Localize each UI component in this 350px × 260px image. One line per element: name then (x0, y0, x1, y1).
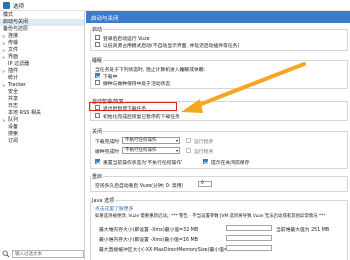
download-complete-run-label: 运行程序 (194, 140, 214, 145)
prevent-sleep-seeding-label: 做种与做种保持中处于活动状态 (103, 82, 171, 87)
prevent-sleep-downloading-label: 下载中 (103, 75, 118, 80)
download-complete-select[interactable]: 不执行任何操作 ▾ (122, 137, 180, 144)
sidebar-item-files[interactable]: > 文件 (0, 47, 84, 54)
sidebar-item-search[interactable]: 搜索 (0, 131, 84, 138)
direct-buffer-label: 最大直接缓冲区大小(-XX:MaxDirectMemorySize)最小值=..… (99, 248, 233, 253)
expand-arrow-icon[interactable]: > (2, 40, 5, 47)
chevron-down-icon: ▾ (175, 138, 178, 143)
sidebar-item-interface[interactable]: > 界面 (0, 54, 84, 61)
sidebar-item-security[interactable]: 安全 (0, 89, 84, 96)
expand-arrow-icon[interactable]: > (2, 54, 5, 61)
window-titlebar: 选项 (0, 0, 350, 11)
restart-idle-label: 空闲多久后自动重启 Vuze(分钟; 0: 禁用) (95, 184, 184, 189)
seeding-complete-run-label: 运行程序 (194, 150, 214, 155)
launch-on-login-checkbox[interactable] (95, 35, 100, 40)
seeding-complete-select[interactable]: 不执行任何操作 ▾ (122, 147, 180, 154)
low-resource-mode-label: 以低资源占用模式启动(不自动显示界面, 并延迟启动插件等任务) (103, 44, 240, 49)
java-section-title: Java 选项 (91, 197, 116, 204)
max-heap-input[interactable] (226, 225, 272, 231)
prompt-save-checkbox[interactable] (203, 159, 208, 164)
sidebar-item-connection[interactable]: > 连接 (0, 33, 84, 40)
seeding-complete-label: 做种完成时 (95, 150, 119, 155)
highlight-box (89, 102, 177, 111)
download-complete-label: 下载完成时 (95, 140, 119, 145)
sidebar-item-logging[interactable]: 日志 (0, 103, 84, 110)
restart-section-title: 重启 (91, 173, 104, 180)
resume-paused-checkbox[interactable] (95, 113, 100, 118)
sidebar-item-subscriptions[interactable]: 订阅 (0, 138, 84, 145)
sidebar-item-backup[interactable]: 备份与还原 (0, 26, 84, 33)
max-heap-label: 最大堆内存大小(即设置 -Xmx)最小值=32 MB (99, 228, 199, 233)
vuze-app-icon (3, 2, 10, 9)
startup-section-title: 启动 (91, 26, 104, 33)
resume-paused-label: 初始化完成后恢复已暂停的下载任务 (103, 115, 180, 120)
sidebar-item-stats[interactable]: 统计 (0, 75, 84, 82)
sidebar: 模式 启动与关闭 备份与还原 > 连接 > 传输 > 文件 > 界面 IP 过滤器 > 插… (0, 11, 85, 260)
page-title: 启动与关闭 (91, 16, 119, 22)
sidebar-item-ip-filter[interactable]: IP 过滤器 (0, 61, 84, 68)
java-learn-more-link[interactable]: 点击这里了解更多 (95, 205, 133, 212)
sidebar-filter-input[interactable] (12, 250, 84, 258)
low-resource-mode-checkbox[interactable] (95, 42, 100, 47)
sidebar-filter-row (2, 250, 84, 258)
download-complete-run-checkbox[interactable] (186, 138, 191, 143)
window-title: 选项 (13, 4, 25, 10)
sleep-description: 当任务处于下列状态时, 阻止计算机进入睡眠或休眠: (95, 68, 206, 73)
chevron-down-icon: ▾ (175, 148, 178, 153)
expand-arrow-icon[interactable]: > (2, 47, 5, 54)
reset-action-checkbox[interactable] (95, 159, 100, 164)
sleep-section-title: 睡眠 (91, 57, 104, 64)
expand-arrow-icon[interactable]: > (2, 82, 5, 89)
search-icon (2, 250, 10, 258)
page-header: 启动与关闭 (86, 11, 350, 23)
launch-on-login-label: 登录后启动运行 Vuze (103, 37, 150, 42)
sidebar-item-tracker[interactable]: > Tracker (0, 82, 84, 89)
sidebar-item-startup[interactable]: 启动与关闭 (0, 19, 84, 26)
prompt-save-label: 提示在关闭前保存 (211, 161, 250, 166)
direct-buffer-input[interactable] (226, 245, 272, 251)
sidebar-item-queue[interactable]: > 队列 (0, 117, 84, 124)
max-heap-note: 当前堆最大值为 251 MB (276, 228, 330, 233)
shutdown-section-title: 关闭 (91, 128, 104, 135)
prevent-sleep-downloading-checkbox[interactable] (95, 73, 100, 78)
sidebar-item-mode[interactable]: 模式 (0, 12, 84, 19)
min-heap-input[interactable] (226, 235, 272, 241)
sidebar-item-devices[interactable]: 设备 (0, 124, 84, 131)
java-warning-text: 如果选项被更改, Vuze 需要重新启动。*** 警告 - 不当设置参数 JVM… (95, 214, 326, 219)
settings-content: 启动 登录后启动运行 Vuze 以低资源占用模式启动(不自动显示界面, 并延迟启… (86, 23, 350, 260)
sidebar-item-sharing[interactable]: 共享 (0, 96, 84, 103)
reset-action-label: 重置当前操作状态为'不执行任何操作' (103, 161, 183, 166)
seeding-complete-run-checkbox[interactable] (186, 148, 191, 153)
expand-arrow-icon[interactable]: > (2, 117, 5, 124)
sidebar-item-local-rss[interactable]: 本地 RSS 相关 (0, 110, 84, 117)
prevent-sleep-seeding-checkbox[interactable] (95, 80, 100, 85)
expand-arrow-icon[interactable]: > (2, 33, 5, 40)
sidebar-item-transfer[interactable]: > 传输 (0, 40, 84, 47)
min-heap-label: 最小堆内存大小(即设置 -Xms)最小值=16 MB (99, 238, 198, 243)
sidebar-item-plugins[interactable]: > 插件 (0, 68, 84, 75)
expand-arrow-icon[interactable]: > (2, 68, 5, 75)
restart-idle-input[interactable]: 0 (198, 181, 212, 187)
